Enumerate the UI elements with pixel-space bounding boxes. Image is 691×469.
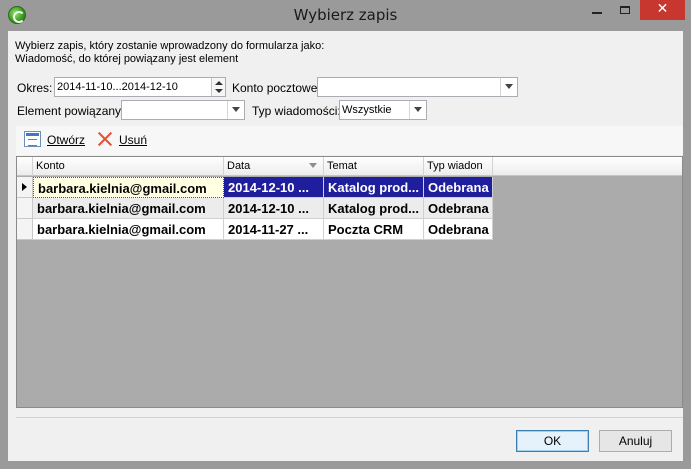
chevron-down-icon [414, 107, 422, 112]
spin-down-icon[interactable] [215, 89, 223, 93]
records-grid[interactable]: Konto Data Temat Typ wiadon barbara.kiel… [16, 156, 683, 408]
cell-temat[interactable]: Katalog prod... [324, 177, 424, 198]
column-header-temat[interactable]: Temat [324, 157, 424, 176]
maximize-icon [620, 6, 630, 14]
cell-typ[interactable]: Odebrana [424, 177, 493, 198]
close-icon: ✕ [656, 1, 669, 17]
chevron-down-icon [505, 84, 513, 89]
okres-label: Okres: [17, 81, 53, 95]
cell-konto[interactable]: barbara.kielnia@gmail.com [33, 198, 224, 219]
cell-temat[interactable]: Katalog prod... [324, 198, 424, 219]
cell-data[interactable]: 2014-11-27 ... [224, 219, 324, 240]
cell-data[interactable]: 2014-12-10 ... [224, 177, 324, 198]
cell-konto[interactable]: barbara.kielnia@gmail.com [33, 219, 224, 240]
close-button[interactable]: ✕ [640, 0, 685, 20]
spin-up-icon[interactable] [215, 81, 223, 85]
cell-typ[interactable]: Odebrana [424, 198, 493, 219]
sort-descending-icon [309, 163, 317, 168]
column-header-data-label: Data [227, 160, 251, 172]
current-row-arrow-icon [22, 183, 27, 191]
typ-dropdown-button[interactable] [409, 101, 426, 119]
toolbar: Otwórz Usuń [16, 126, 683, 155]
typ-wiadomosci-select[interactable]: Wszystkie [339, 100, 427, 120]
konto-pocztowe-select[interactable] [317, 77, 518, 97]
dialog-content: Wybierz zapis, który zostanie wprowadzon… [8, 31, 683, 461]
typ-wiadomosci-label: Typ wiadomości: [252, 104, 341, 118]
instructions: Wybierz zapis, który zostanie wprowadzon… [15, 40, 324, 66]
okres-value: 2014-11-10...2014-12-10 [57, 81, 178, 93]
instruction-line-1: Wybierz zapis, który zostanie wprowadzon… [15, 40, 325, 52]
instruction-line-2: Wiadomość, do której powiązany jest elem… [15, 53, 239, 65]
delete-x-icon [97, 131, 113, 147]
table-row[interactable]: barbara.kielnia@gmail.com 2014-11-27 ...… [17, 219, 493, 240]
cell-typ[interactable]: Odebrana [424, 219, 493, 240]
delete-button[interactable]: Usuń [97, 131, 157, 151]
delete-button-label: Usuń [119, 133, 148, 147]
row-header[interactable] [17, 198, 33, 219]
open-button-label: Otwórz [47, 133, 86, 147]
dialog-window: Wybierz zapis ✕ Wybierz zapis, który zos… [0, 0, 691, 469]
cell-data[interactable]: 2014-12-10 ... [224, 198, 324, 219]
row-header[interactable] [17, 219, 33, 240]
cell-konto[interactable]: barbara.kielnia@gmail.com [33, 177, 224, 198]
column-header-konto[interactable]: Konto [33, 157, 224, 176]
konto-dropdown-button[interactable] [500, 78, 517, 96]
open-record-icon [24, 131, 41, 147]
table-row[interactable]: barbara.kielnia@gmail.com 2014-12-10 ...… [17, 177, 493, 198]
maximize-button[interactable] [612, 0, 638, 20]
column-header-data[interactable]: Data [224, 157, 324, 176]
table-row[interactable]: barbara.kielnia@gmail.com 2014-12-10 ...… [17, 198, 493, 219]
chevron-down-icon [232, 107, 240, 112]
konto-pocztowe-label: Konto pocztowe: [232, 81, 321, 95]
ok-button[interactable]: OK [516, 430, 589, 452]
title-bar[interactable]: Wybierz zapis ✕ [0, 0, 691, 31]
row-header-corner [17, 157, 33, 176]
cancel-button[interactable]: Anuluj [599, 430, 672, 452]
row-header[interactable] [17, 177, 33, 198]
grid-header: Konto Data Temat Typ wiadon [17, 157, 682, 176]
element-powiazany-select[interactable] [121, 100, 245, 120]
open-button[interactable]: Otwórz [24, 131, 94, 151]
minimize-icon [592, 12, 602, 14]
element-dropdown-button[interactable] [227, 101, 244, 119]
minimize-button[interactable] [584, 0, 610, 20]
footer-divider [16, 417, 683, 418]
column-header-typ[interactable]: Typ wiadon [424, 157, 493, 176]
typ-wiadomosci-value: Wszystkie [342, 104, 392, 116]
cell-temat[interactable]: Poczta CRM [324, 219, 424, 240]
element-powiazany-label: Element powiązany: [17, 104, 125, 118]
okres-input[interactable]: 2014-11-10...2014-12-10 [54, 77, 226, 97]
okres-spinner[interactable] [211, 78, 225, 96]
